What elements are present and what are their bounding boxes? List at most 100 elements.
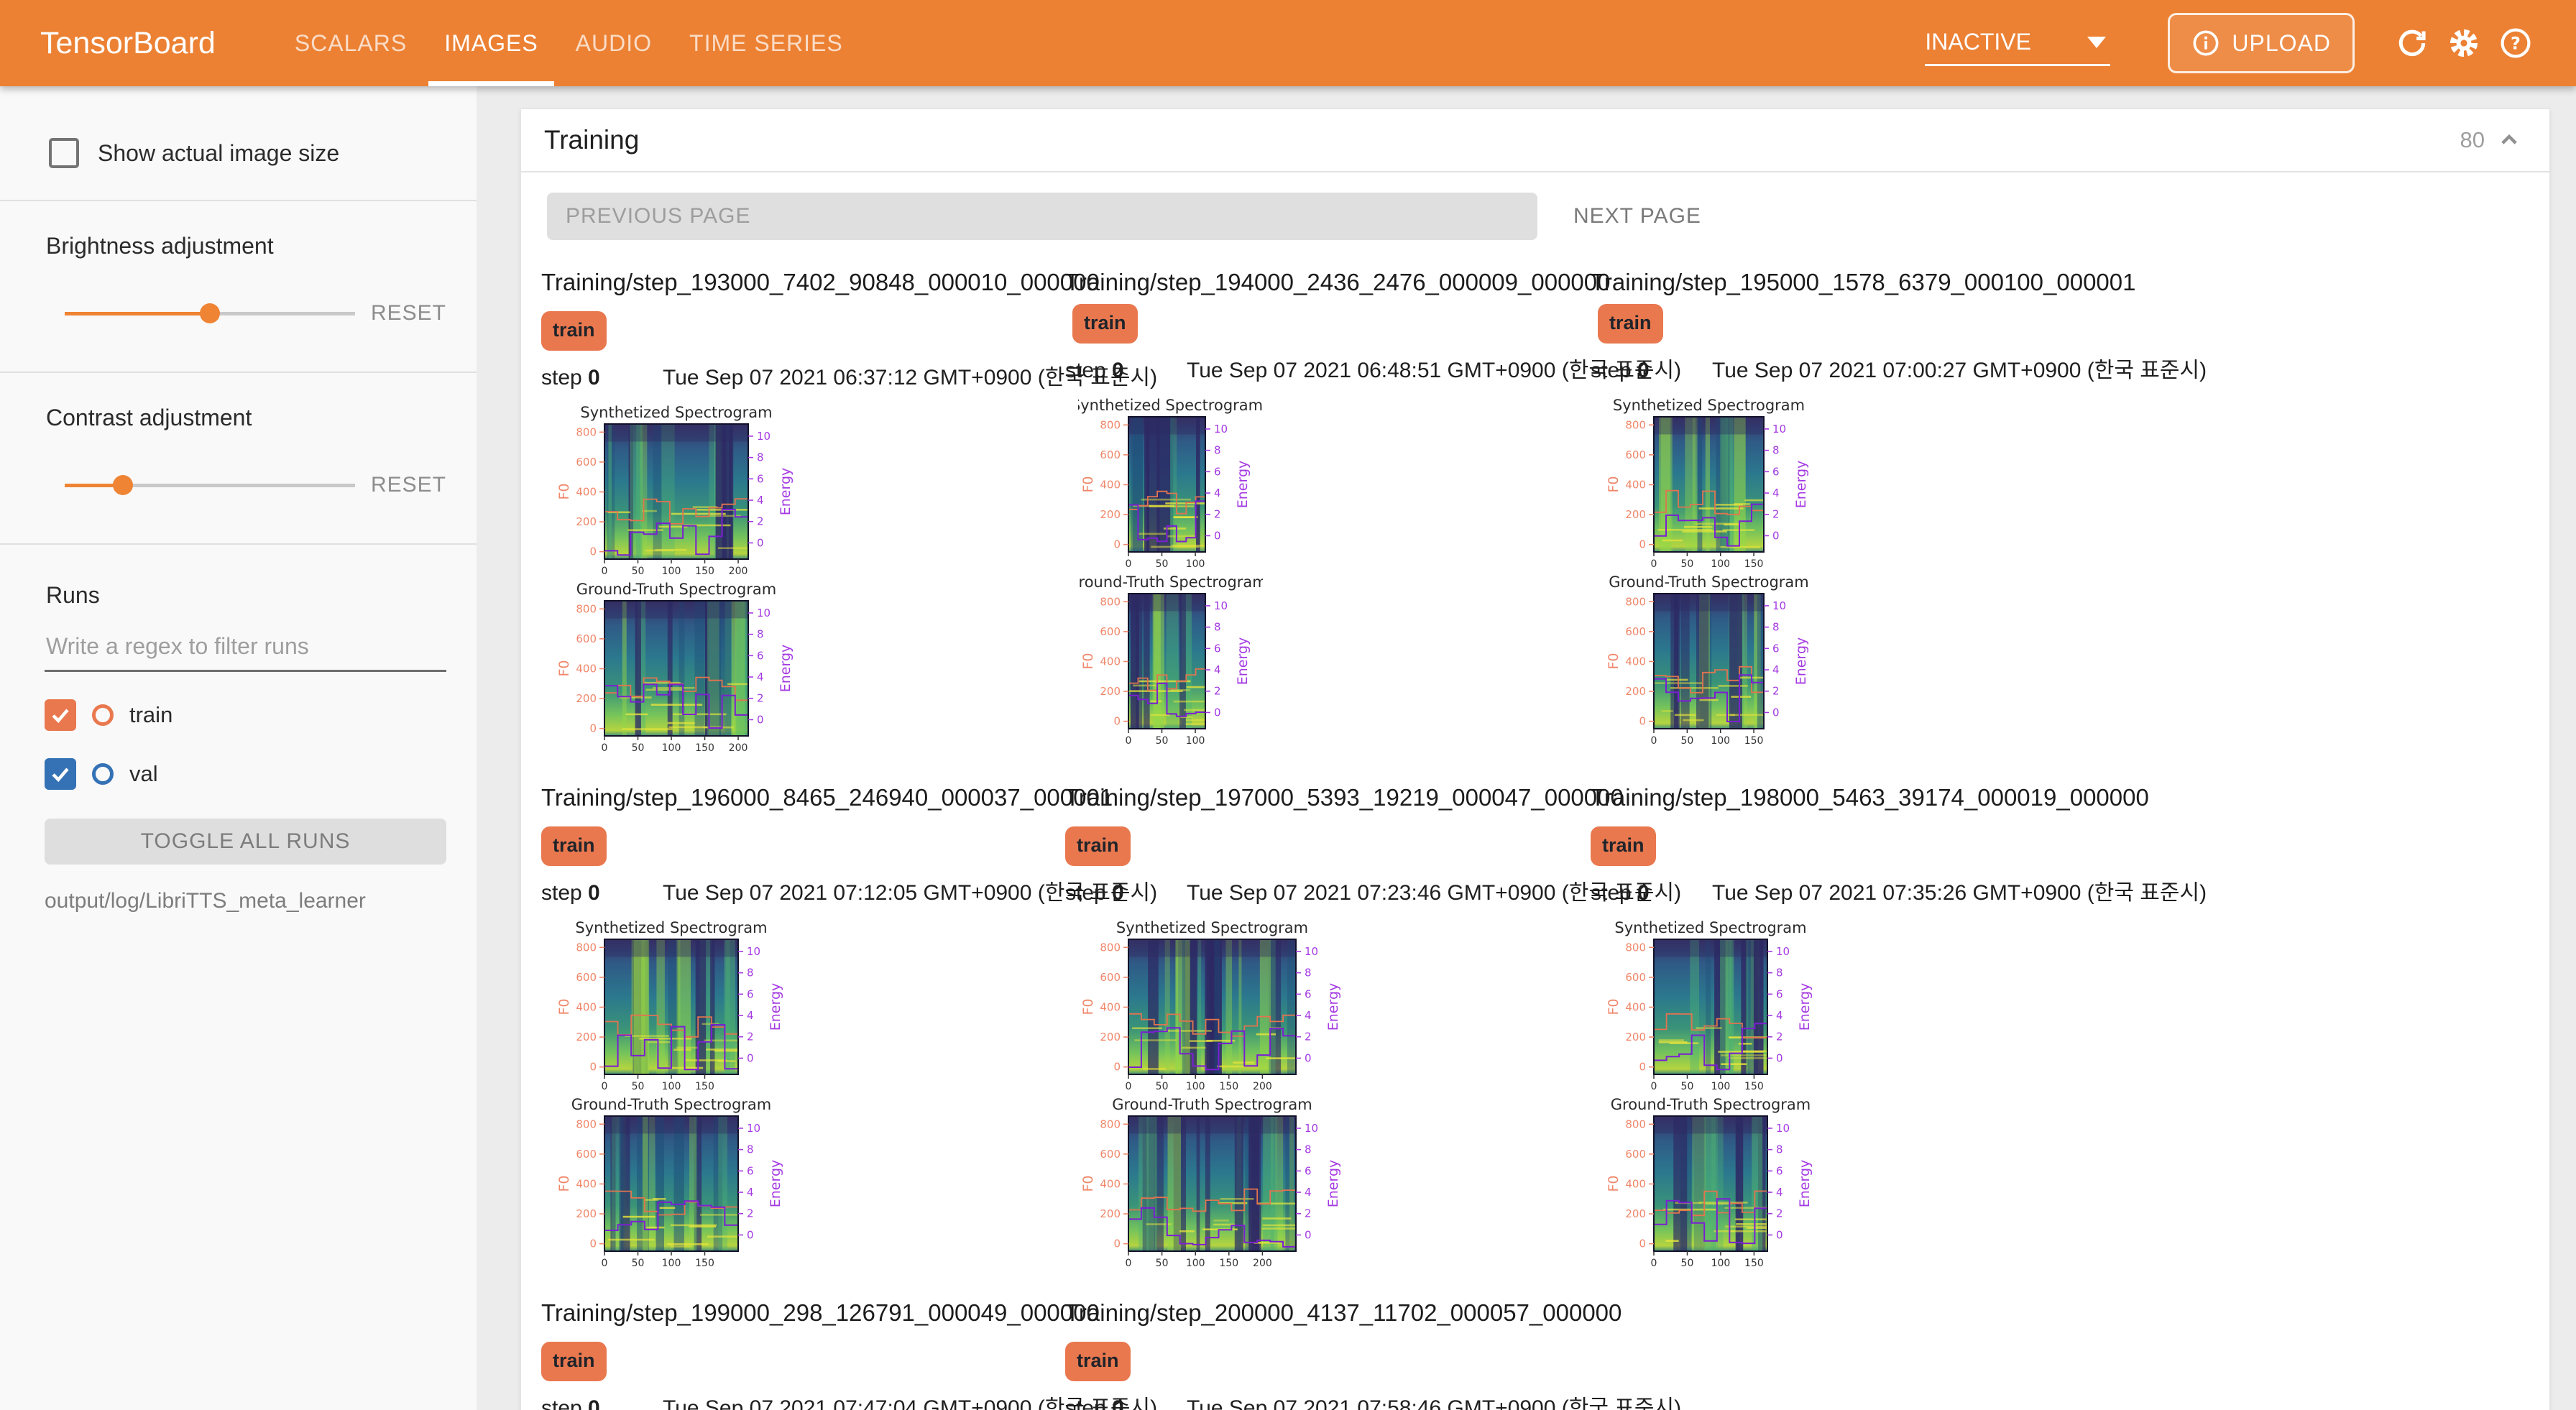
image-card-title: Training/step_194000_2436_2476_000009_00… [1065, 269, 1610, 295]
svg-text:800: 800 [1625, 595, 1646, 608]
spectrogram-image: Synthetized Spectrogram0200400600800F002… [1604, 918, 1825, 1277]
next-page-button[interactable]: NEXT PAGE [1562, 197, 1713, 236]
svg-text:100: 100 [1186, 558, 1205, 570]
svg-text:0: 0 [1651, 558, 1657, 570]
slider-thumb[interactable] [200, 303, 220, 323]
svg-text:150: 150 [1744, 1081, 1764, 1092]
svg-text:50: 50 [1680, 735, 1693, 747]
svg-text:0: 0 [1639, 1238, 1646, 1250]
svg-text:10: 10 [1776, 1122, 1790, 1135]
svg-text:50: 50 [632, 742, 645, 754]
run-badge: train [1065, 826, 1131, 866]
image-card-meta: step 0Tue Sep 07 2021 07:58:46 GMT+0900 … [1065, 1390, 1591, 1410]
image-card-meta: step 0Tue Sep 07 2021 07:00:27 GMT+0900 … [1591, 352, 2115, 384]
svg-text:F0: F0 [1606, 998, 1622, 1015]
image-card-title: Training/step_199000_298_126791_000049_0… [541, 1299, 1100, 1326]
svg-text:8: 8 [1305, 967, 1312, 980]
spectrogram-figure[interactable]: Synthetized Spectrogram0200400600800F002… [1078, 918, 1591, 1281]
svg-text:8: 8 [747, 967, 754, 980]
brightness-reset-button[interactable]: RESET [371, 301, 446, 326]
svg-text:100: 100 [1711, 558, 1730, 570]
toggle-all-runs-button[interactable]: TOGGLE ALL RUNS [45, 819, 446, 865]
svg-text:50: 50 [632, 566, 645, 577]
svg-text:F0: F0 [1080, 1175, 1096, 1192]
image-card: Training/step_197000_5393_19219_000047_0… [1065, 765, 1591, 1281]
svg-text:F0: F0 [1606, 476, 1622, 492]
section-header: Training 80 [521, 109, 2549, 172]
tab-audio[interactable]: AUDIO [557, 0, 671, 86]
svg-text:200: 200 [1100, 1207, 1121, 1220]
svg-text:200: 200 [576, 692, 597, 705]
spectrogram-figure[interactable]: Synthetized Spectrogram0200400600800F002… [1604, 918, 2115, 1281]
svg-text:200: 200 [1625, 685, 1646, 698]
contrast-reset-button[interactable]: RESET [371, 473, 446, 497]
svg-text:8: 8 [1305, 1143, 1312, 1156]
svg-text:400: 400 [1625, 655, 1646, 668]
slider-thumb[interactable] [113, 475, 133, 495]
run-row-train[interactable]: train [45, 699, 446, 731]
tab-time-series[interactable]: TIME SERIES [671, 0, 862, 86]
run-row-val[interactable]: val [45, 758, 446, 790]
image-card-meta: step 0Tue Sep 07 2021 07:35:26 GMT+0900 … [1591, 875, 2115, 906]
svg-text:2: 2 [757, 692, 764, 705]
svg-text:0: 0 [1126, 1081, 1132, 1092]
svg-text:Energy: Energy [1235, 461, 1251, 509]
svg-text:100: 100 [1186, 1258, 1205, 1269]
svg-text:F0: F0 [1080, 653, 1096, 669]
svg-text:150: 150 [1744, 735, 1764, 747]
upload-button[interactable]: UPLOAD [2168, 13, 2355, 73]
status-dropdown[interactable]: INACTIVE [1925, 20, 2110, 66]
svg-text:100: 100 [1186, 1081, 1205, 1092]
svg-text:F0: F0 [556, 998, 572, 1015]
spectrogram-image: Synthetized Spectrogram0200400600800F002… [1078, 918, 1353, 1277]
svg-text:100: 100 [662, 566, 681, 577]
svg-text:0: 0 [589, 722, 597, 735]
spectrogram-image: Synthetized Spectrogram0200400600800F002… [554, 918, 796, 1277]
svg-text:150: 150 [695, 566, 714, 577]
svg-text:400: 400 [576, 1000, 597, 1013]
tab-scalars[interactable]: SCALARS [276, 0, 426, 86]
chevron-up-icon[interactable] [2495, 126, 2524, 155]
svg-text:200: 200 [729, 566, 748, 577]
svg-text:400: 400 [576, 1177, 597, 1190]
runs-filter-input[interactable] [45, 609, 446, 672]
svg-text:10: 10 [1305, 1122, 1318, 1135]
log-directory-path: output/log/LibriTTS_meta_learner [45, 889, 446, 913]
previous-page-button[interactable]: PREVIOUS PAGE [547, 193, 1537, 240]
run-checkbox[interactable] [45, 699, 76, 731]
image-card-meta: step 0Tue Sep 07 2021 06:37:12 GMT+0900 … [541, 359, 1065, 391]
run-badge: train [1591, 826, 1656, 866]
svg-text:2: 2 [1776, 1031, 1783, 1043]
contrast-slider[interactable] [65, 474, 355, 497]
show-actual-size-checkbox[interactable] [49, 138, 79, 168]
refresh-button[interactable] [2386, 17, 2438, 69]
svg-text:0: 0 [602, 1081, 608, 1092]
svg-text:800: 800 [1100, 941, 1121, 954]
step-label: step 0 [1065, 359, 1187, 383]
spectrogram-figure[interactable]: Synthetized Spectrogram0200400600800F002… [554, 402, 1065, 765]
svg-text:Energy: Energy [778, 645, 794, 693]
tab-images[interactable]: IMAGES [426, 0, 556, 86]
svg-text:2: 2 [1305, 1207, 1312, 1220]
svg-text:F0: F0 [556, 660, 572, 676]
spectrogram-figure[interactable]: Synthetized Spectrogram0200400600800F002… [1078, 395, 1591, 758]
timestamp: Tue Sep 07 2021 07:58:46 GMT+0900 (한국 표준… [1187, 1390, 1681, 1410]
help-button[interactable]: ? [2490, 17, 2542, 69]
svg-text:0: 0 [1214, 529, 1221, 542]
svg-text:2: 2 [1772, 508, 1780, 521]
brightness-slider[interactable] [65, 302, 355, 325]
settings-button[interactable] [2438, 17, 2490, 69]
svg-text:0: 0 [1776, 1051, 1783, 1064]
svg-text:50: 50 [1681, 1081, 1694, 1092]
svg-text:600: 600 [576, 632, 597, 645]
svg-text:0: 0 [1772, 706, 1780, 719]
run-checkbox[interactable] [45, 758, 76, 790]
spectrogram-figure[interactable]: Synthetized Spectrogram0200400600800F002… [1604, 395, 2115, 758]
spectrogram-figure[interactable]: Synthetized Spectrogram0200400600800F002… [554, 918, 1065, 1281]
timestamp: Tue Sep 07 2021 07:35:26 GMT+0900 (한국 표준… [1712, 875, 2207, 906]
svg-text:400: 400 [1100, 655, 1121, 668]
svg-text:4: 4 [1776, 1186, 1783, 1199]
image-card: Training/step_193000_7402_90848_000010_0… [541, 250, 1065, 765]
svg-text:600: 600 [576, 456, 597, 469]
svg-text:8: 8 [1776, 1143, 1783, 1156]
